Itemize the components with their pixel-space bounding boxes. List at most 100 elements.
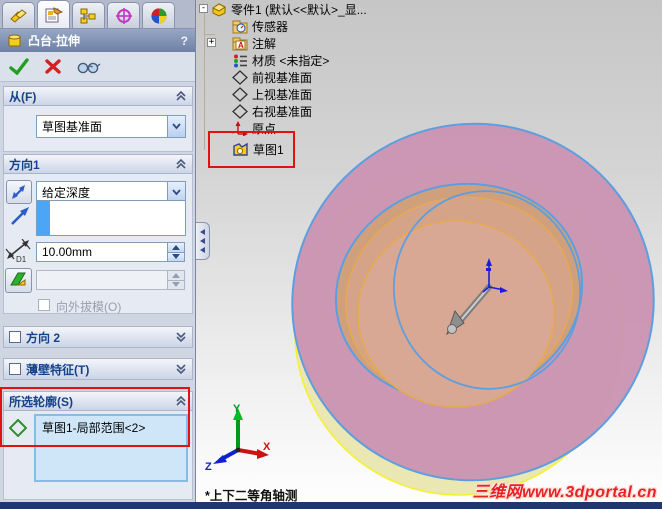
spin-up-button[interactable] — [167, 242, 185, 253]
triad-x-label: X — [263, 441, 271, 453]
section-header-from[interactable]: 从(F) — [3, 86, 193, 106]
section-header-direction1[interactable]: 方向1 — [3, 154, 193, 174]
tree-item-label: 右视基准面 — [252, 105, 313, 119]
tab-displaymanager[interactable] — [142, 2, 175, 28]
contour-list-item[interactable]: 草图1-局部范围<2> — [36, 416, 186, 436]
tree-item-label: 前视基准面 — [252, 71, 313, 85]
tab-propertymanager[interactable] — [37, 0, 70, 28]
configurationmanager-icon — [80, 8, 95, 23]
section-label: 所选轮廓(S) — [9, 394, 73, 409]
annotations-folder-icon: A — [232, 37, 248, 51]
tree-item-sketch1[interactable]: 草图1 — [197, 141, 284, 158]
chevron-up-icon[interactable] — [175, 90, 187, 102]
window-bottom-edge — [0, 502, 662, 509]
tab-dimxpertmanager[interactable] — [107, 2, 140, 28]
ok-button[interactable] — [9, 58, 29, 75]
draft-angle-field-disabled — [36, 270, 168, 290]
chevron-down-icon[interactable] — [167, 116, 185, 137]
draft-button[interactable] — [5, 268, 32, 293]
tree-item-sensors[interactable]: 传感器 — [197, 18, 288, 35]
triad-z-label: Z — [205, 461, 212, 472]
triad-y-label: Y — [233, 403, 241, 415]
spin-down-button[interactable] — [167, 252, 185, 262]
tree-item-label: 零件1 (默认<<默认>_显... — [231, 3, 367, 17]
solidworks-screen: Y X Z *上下二等角轴测 三维网www.3dportal.cn 零件1 (默… — [0, 0, 662, 509]
displaymanager-icon — [151, 8, 166, 23]
depth-spinner[interactable] — [167, 242, 185, 262]
plane-icon — [232, 104, 248, 119]
contour-diamond-icon — [9, 419, 27, 437]
plane-icon — [232, 87, 248, 102]
dimxpertmanager-icon — [115, 7, 132, 24]
tree-item-material[interactable]: 材质 <未指定> — [197, 52, 329, 69]
tab-configurationmanager[interactable] — [72, 2, 105, 28]
watermark-text: 三维网www.3dportal.cn — [472, 484, 657, 501]
panel-tabstrip — [0, 0, 195, 29]
draft-spinner-disabled — [167, 270, 185, 290]
collapse-arrow-icon — [200, 229, 205, 235]
part-icon — [212, 3, 226, 17]
tree-item-part[interactable]: 零件1 (默认<<默认>_显... — [197, 1, 367, 18]
tab-featuremanager[interactable] — [2, 2, 35, 28]
draft-outward-label: 向外拔模(O) — [56, 300, 122, 314]
tree-item-label: 草图1 — [253, 143, 284, 157]
reverse-direction-icon — [12, 185, 25, 199]
chevron-down-icon[interactable] — [175, 331, 187, 343]
feature-titlebar: 凸台-拉伸 ? — [0, 29, 195, 52]
help-button[interactable]: ? — [181, 34, 188, 48]
propertymanager-icon — [45, 6, 63, 22]
section-header-selected-contours[interactable]: 所选轮廓(S) — [3, 391, 193, 411]
direction2-checkbox[interactable] — [9, 331, 21, 343]
collapse-arrow-icon — [200, 247, 205, 253]
collapse-arrow-icon — [200, 238, 205, 244]
chevron-up-icon[interactable] — [175, 395, 187, 407]
tree-item-top-plane[interactable]: 上视基准面 — [197, 86, 312, 103]
section-label: 从(F) — [9, 89, 37, 104]
active-selection-bar — [37, 201, 50, 235]
sketch-icon — [233, 142, 248, 156]
section-header-thin-feature[interactable]: 薄壁特征(T) — [3, 358, 193, 380]
depth-value: 10.00mm — [42, 245, 93, 259]
extrude-direction-icon — [11, 207, 29, 225]
detailed-preview-button[interactable] — [77, 60, 101, 74]
origin-icon: * — [232, 121, 248, 136]
tree-item-origin[interactable]: * 原点 — [197, 120, 276, 137]
featuremanager-tree-icon — [9, 8, 27, 23]
tree-item-front-plane[interactable]: 前视基准面 — [197, 69, 312, 86]
draft-icon — [10, 272, 26, 286]
start-condition-combo[interactable]: 草图基准面 — [36, 115, 186, 138]
panel-splitter-handle[interactable] — [196, 222, 210, 260]
reference-triad: Y X Z — [205, 403, 271, 472]
tree-item-label: 材质 <未指定> — [252, 54, 330, 68]
chevron-down-icon[interactable] — [175, 363, 187, 375]
tree-item-label: 上视基准面 — [252, 88, 313, 102]
tree-item-right-plane[interactable]: 右视基准面 — [197, 103, 312, 120]
cancel-button[interactable] — [45, 59, 61, 74]
depth-d1-icon: D1 — [5, 239, 31, 263]
action-buttons-row — [0, 52, 195, 82]
direction-selection-box[interactable] — [36, 200, 186, 236]
expand-expander[interactable]: + — [207, 38, 216, 47]
thin-feature-checkbox[interactable] — [9, 363, 21, 375]
combo-value: 给定深度 — [42, 186, 91, 200]
reverse-direction-button[interactable] — [6, 180, 32, 204]
propertymanager-panel: 凸台-拉伸 ? 从(F) 草图基准面 方向1 给定深度 D1 10.00mm 向… — [0, 0, 196, 502]
svg-text:A: A — [238, 41, 244, 50]
section-label: 方向 2 — [26, 330, 61, 345]
section-label: 薄壁特征(T) — [26, 362, 90, 377]
section-label: 方向1 — [9, 157, 40, 172]
draft-outward-checkbox — [38, 299, 50, 311]
combo-value: 草图基准面 — [42, 120, 103, 134]
tree-item-label: 传感器 — [252, 20, 289, 34]
selected-contours-listbox[interactable]: 草图1-局部范围<2> — [34, 414, 188, 482]
tree-item-label: 原点 — [252, 122, 277, 136]
svg-text:D1: D1 — [16, 255, 27, 263]
feature-title: 凸台-拉伸 — [28, 34, 80, 48]
depth-value-field[interactable]: 10.00mm — [36, 242, 168, 262]
collapse-expander[interactable]: - — [199, 4, 208, 13]
sensors-folder-icon — [232, 20, 248, 34]
plane-icon — [232, 70, 248, 85]
chevron-up-icon[interactable] — [175, 158, 187, 170]
section-header-direction2[interactable]: 方向 2 — [3, 326, 193, 348]
material-icon — [234, 54, 247, 68]
